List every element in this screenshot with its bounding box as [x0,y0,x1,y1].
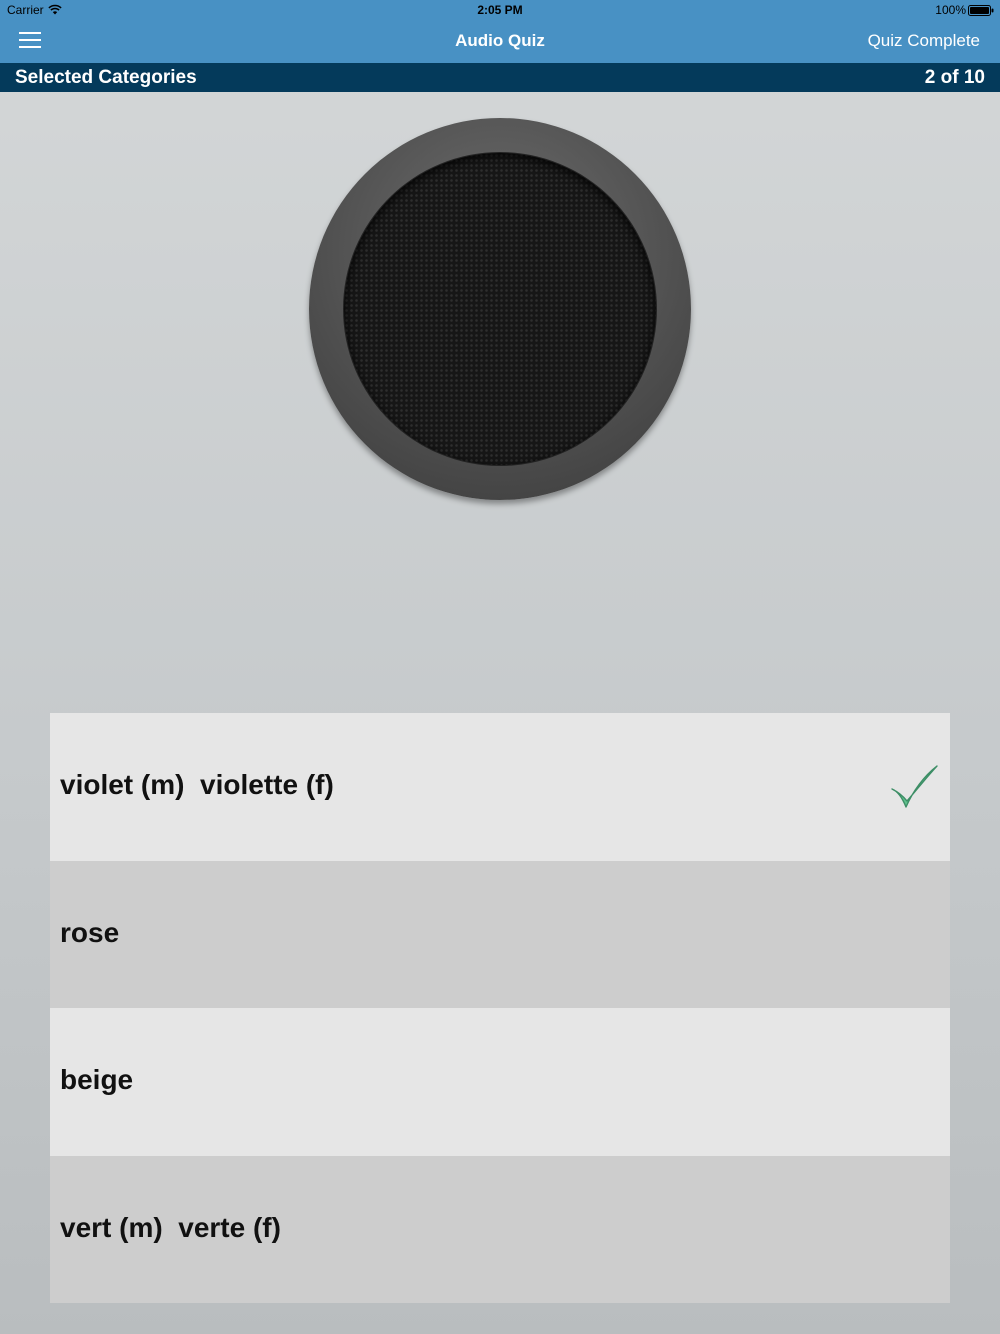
battery-percentage: 100% [935,3,966,17]
checkmark-icon [891,765,938,808]
question-progress: 2 of 10 [924,67,985,88]
navigation-bar: Audio Quiz Quiz Complete [0,20,1000,63]
status-bar: Carrier 2:05 PM 100% [0,0,1000,20]
answer-option-1[interactable]: violet (m) violette (f) [50,713,950,861]
battery-icon [968,5,994,16]
answer-option-4[interactable]: vert (m) verte (f) [50,1155,950,1303]
answer-label: violet (m) violette (f) [60,769,334,800]
status-time: 2:05 PM [477,3,523,17]
page-title: Audio Quiz [455,31,545,50]
answer-option-3[interactable]: beige [50,1008,950,1156]
selected-categories-label: Selected Categories [15,67,197,88]
answer-label: rose [60,916,120,948]
quiz-complete-button[interactable]: Quiz Complete [868,31,980,51]
answer-list: violet (m) violette (f) rose beige vert … [50,713,950,1303]
speaker-play-button[interactable] [309,118,691,500]
answer-label: vert (m) verte (f) [60,1211,281,1243]
speaker-grille [344,153,656,465]
answer-option-2[interactable]: rose [50,860,950,1008]
category-header: Selected Categories 2 of 10 [0,63,1000,92]
answer-label: beige [60,1064,134,1095]
